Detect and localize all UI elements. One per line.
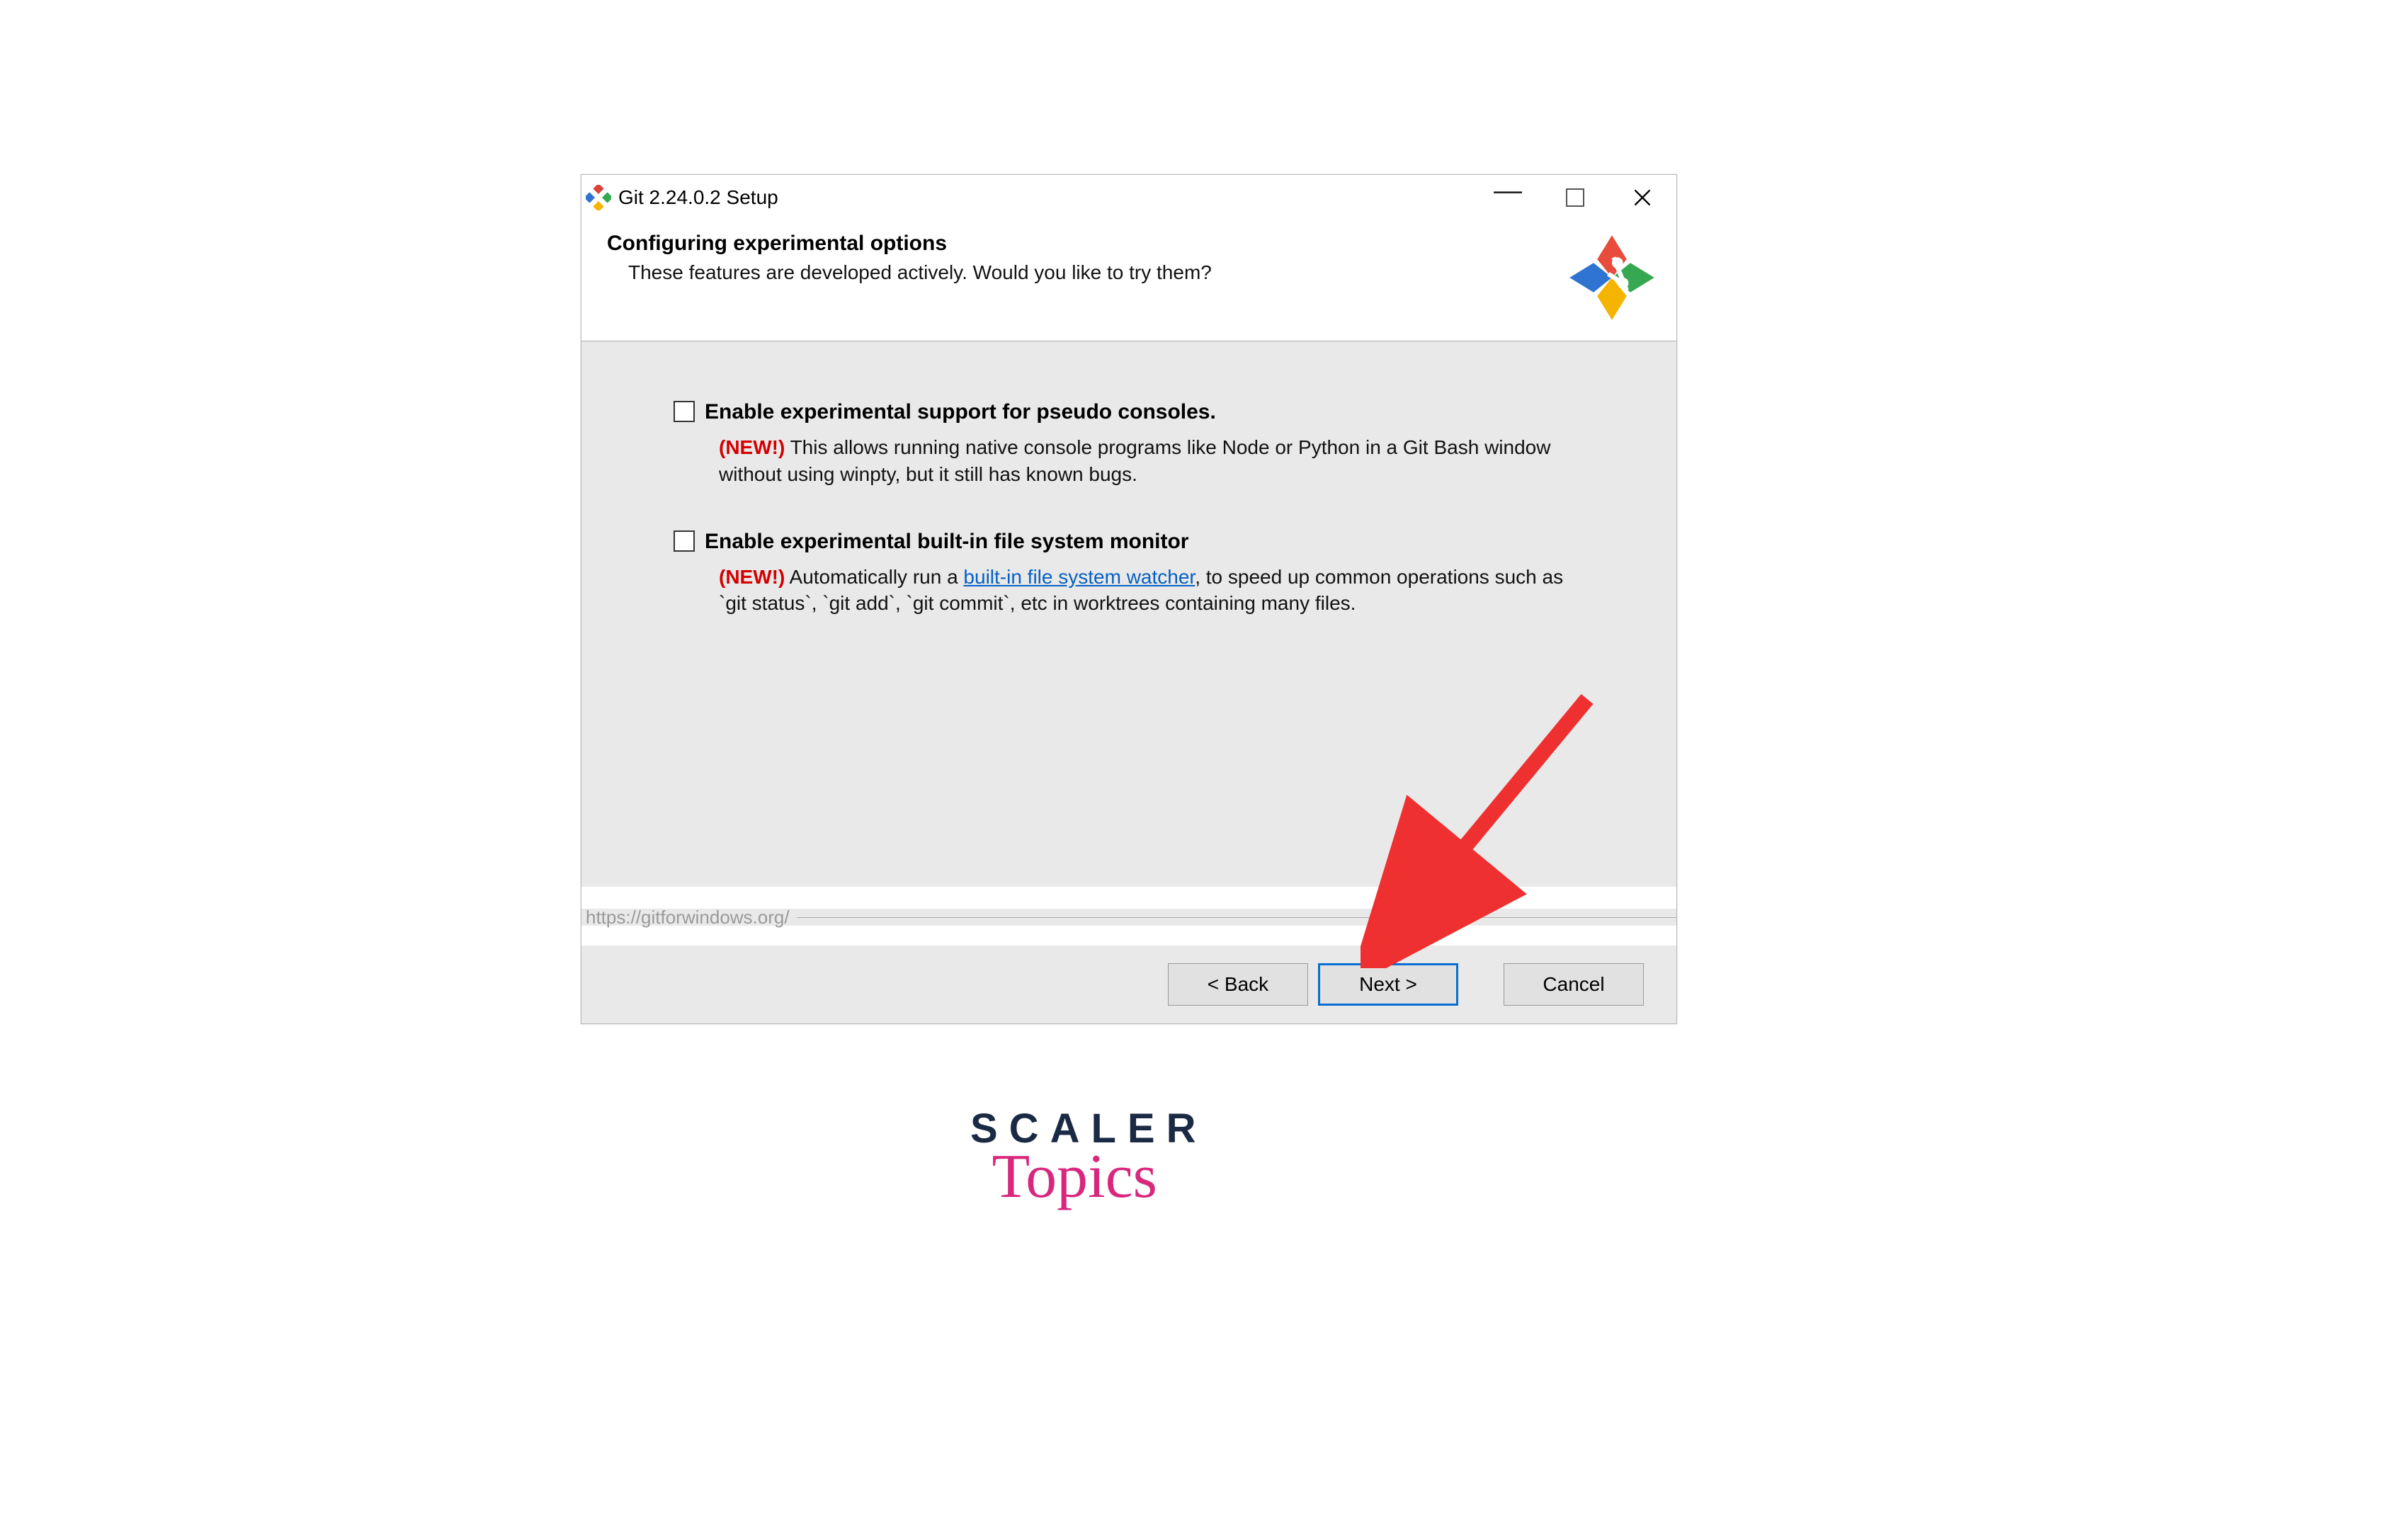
file-system-watcher-link[interactable]: built-in file system watcher (963, 566, 1195, 588)
next-button[interactable]: Next > (1318, 963, 1458, 1006)
git-logo-icon (1566, 232, 1658, 324)
checkbox-fs-monitor[interactable] (674, 530, 695, 552)
page-title: Configuring experimental options (607, 232, 1212, 256)
options-panel: Enable experimental support for pseudo c… (581, 341, 1676, 887)
cancel-button[interactable]: Cancel (1504, 963, 1644, 1006)
window-controls: — (1492, 182, 1672, 213)
option-description: (NEW!) This allows running native consol… (719, 434, 1569, 488)
checkbox-pseudo-consoles[interactable] (674, 401, 695, 422)
scaler-topics-watermark: SCALER Topics (970, 1105, 1207, 1213)
maximize-button[interactable] (1566, 188, 1584, 207)
option-description: (NEW!) Automatically run a built-in file… (719, 564, 1569, 618)
option-label: Enable experimental built-in file system… (705, 528, 1188, 555)
git-setup-dialog: Git 2.24.0.2 Setup — Configuring experim… (581, 174, 1677, 1024)
brand-line2: Topics (956, 1141, 1193, 1213)
option-fs-monitor[interactable]: Enable experimental built-in file system… (674, 528, 1580, 555)
close-button[interactable] (1627, 182, 1658, 213)
option-pseudo-consoles[interactable]: Enable experimental support for pseudo c… (674, 398, 1580, 426)
footer-url: https://gitforwindows.org/ (581, 907, 790, 928)
page-subtitle: These features are developed actively. W… (607, 261, 1212, 284)
option-label: Enable experimental support for pseudo c… (705, 398, 1216, 426)
window-title: Git 2.24.0.2 Setup (618, 186, 778, 209)
button-bar: < Back Next > Cancel (581, 945, 1676, 1023)
back-button[interactable]: < Back (1168, 963, 1308, 1006)
minimize-button[interactable]: — (1492, 175, 1523, 206)
git-icon (586, 185, 611, 210)
new-badge: (NEW!) (719, 436, 785, 458)
installer-header: Configuring experimental options These f… (581, 220, 1676, 341)
footer-url-divider: https://gitforwindows.org/ (581, 909, 1676, 926)
new-badge: (NEW!) (719, 566, 785, 588)
titlebar: Git 2.24.0.2 Setup — (581, 175, 1676, 220)
